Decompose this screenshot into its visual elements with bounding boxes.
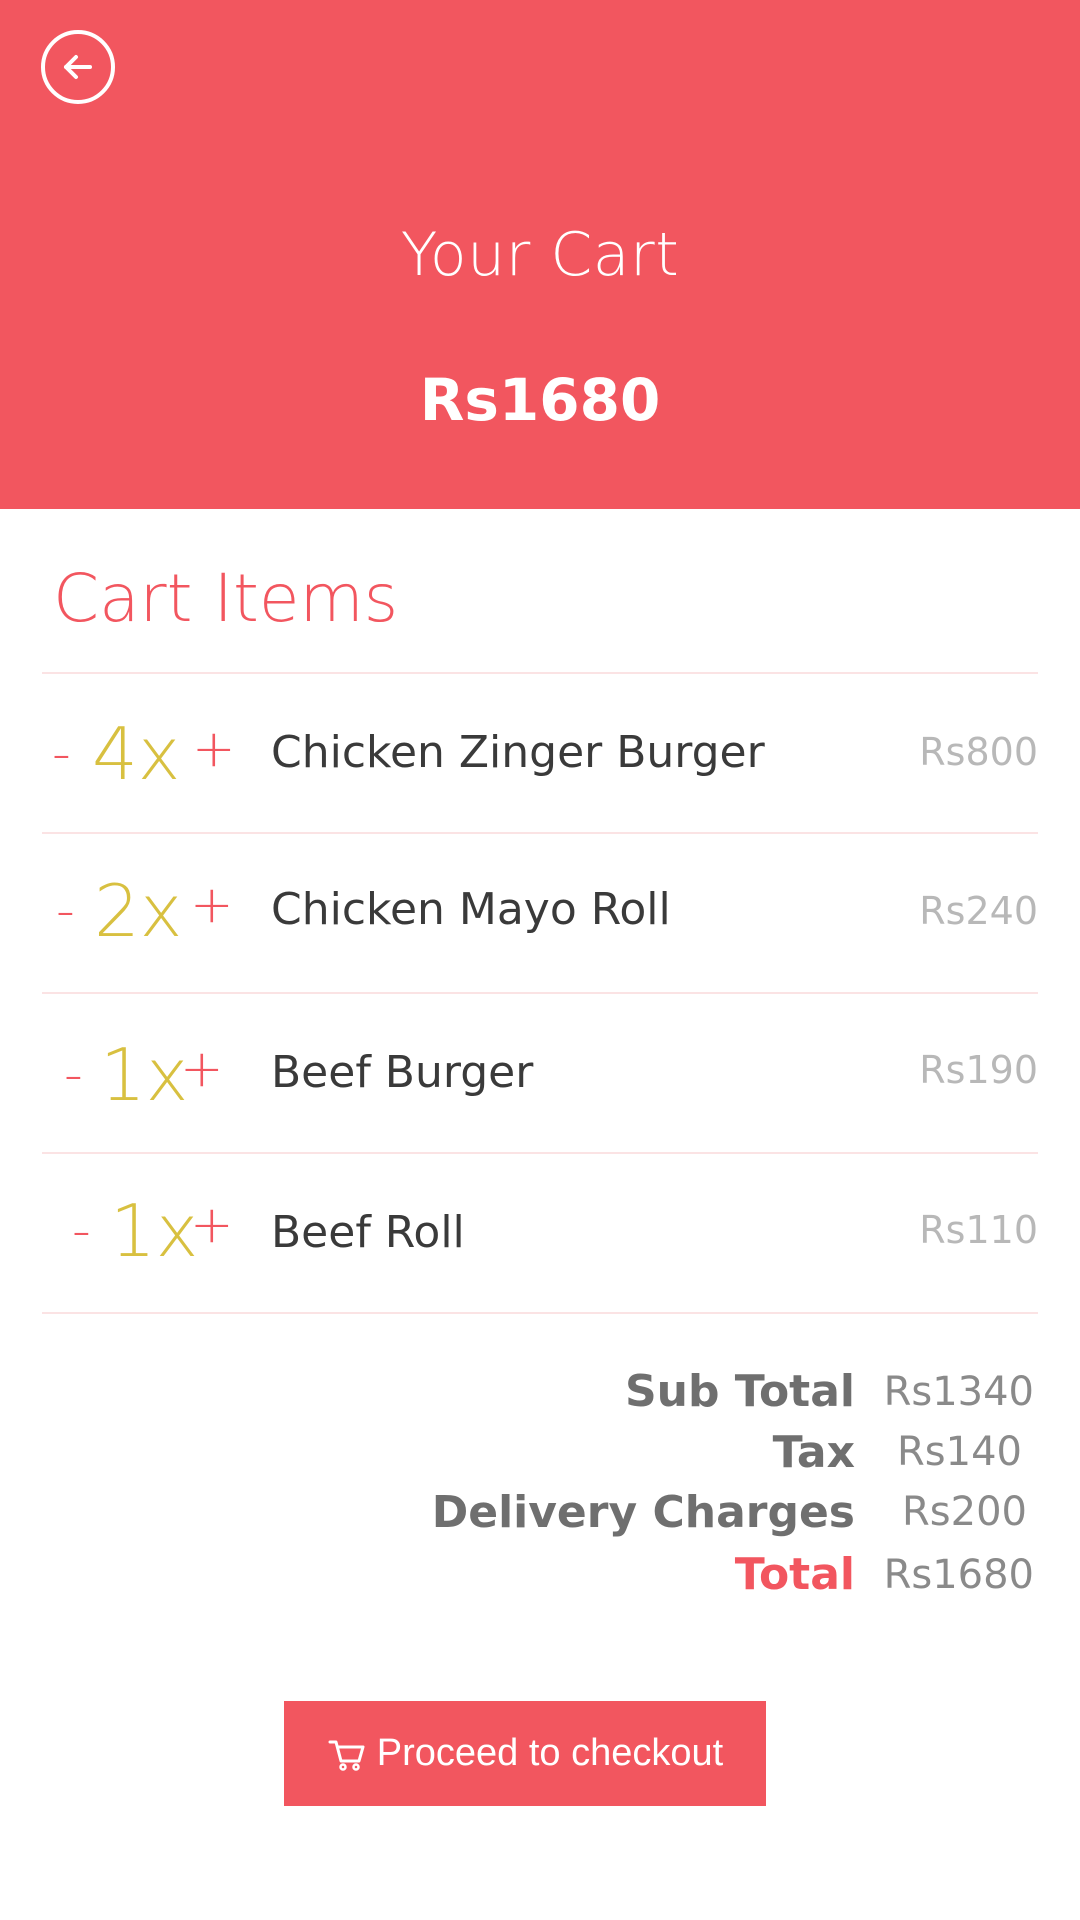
tax-value: Rs140 [897, 1429, 1022, 1475]
item-name: Beef Burger [271, 1047, 534, 1098]
cart-header: Your Cart Rs1680 [0, 0, 1080, 509]
item-price: Rs240 [919, 889, 1038, 933]
item-price: Rs110 [919, 1208, 1038, 1252]
item-name: Chicken Mayo Roll [271, 884, 671, 935]
back-button[interactable] [41, 30, 115, 104]
divider [42, 1312, 1038, 1314]
page-title: Your Cart [400, 220, 680, 290]
shopping-cart-icon [327, 1734, 367, 1774]
item-price: Rs190 [919, 1048, 1038, 1092]
cart-item-row: - 2x + Chicken Mayo Roll Rs240 [42, 833, 1038, 993]
decrease-quantity-button[interactable]: - [52, 728, 71, 780]
tax-label: Tax [772, 1427, 855, 1478]
item-quantity: 4x [92, 712, 181, 796]
increase-quantity-button[interactable]: + [190, 1199, 234, 1251]
cart-total-amount: Rs1680 [419, 366, 661, 434]
increase-quantity-button[interactable]: + [180, 1043, 224, 1095]
item-quantity: 1x [100, 1033, 189, 1117]
delivery-charges-label: Delivery Charges [431, 1487, 855, 1538]
cart-item-row: - 1x + Beef Roll Rs110 [42, 1153, 1038, 1313]
subtotal-value: Rs1340 [883, 1369, 1034, 1415]
decrease-quantity-button[interactable]: - [64, 1049, 83, 1101]
item-name: Chicken Zinger Burger [271, 727, 765, 778]
item-name: Beef Roll [271, 1207, 465, 1258]
arrow-left-icon [64, 55, 92, 79]
decrease-quantity-button[interactable]: - [56, 885, 75, 937]
cart-item-row: - 1x + Beef Burger Rs190 [42, 993, 1038, 1153]
total-value: Rs1680 [883, 1552, 1034, 1598]
increase-quantity-button[interactable]: + [190, 879, 234, 931]
total-label: Total [734, 1549, 855, 1600]
proceed-to-checkout-button[interactable]: Proceed to checkout [284, 1701, 766, 1806]
item-price: Rs800 [919, 730, 1038, 774]
delivery-charges-value: Rs200 [902, 1489, 1027, 1535]
increase-quantity-button[interactable]: + [192, 723, 236, 775]
checkout-button-label: Proceed to checkout [376, 1732, 724, 1774]
item-quantity: 2x [94, 869, 183, 953]
subtotal-label: Sub Total [624, 1366, 855, 1417]
cart-items-heading: Cart Items [53, 560, 399, 637]
decrease-quantity-button[interactable]: - [72, 1205, 91, 1257]
item-quantity: 1x [110, 1189, 199, 1273]
cart-item-row: - 4x + Chicken Zinger Burger Rs800 [42, 673, 1038, 833]
